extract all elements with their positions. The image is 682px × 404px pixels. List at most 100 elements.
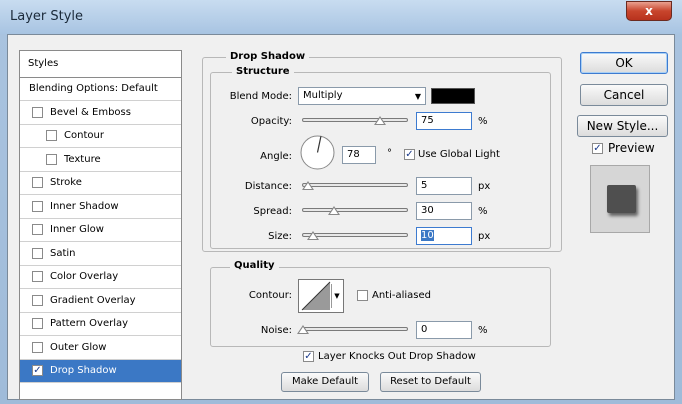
styles-item-checkbox[interactable] [32,106,43,118]
size-slider-thumb[interactable] [307,231,319,240]
spread-value: 30 [421,205,434,216]
styles-item-checkbox[interactable] [32,318,43,329]
size-input[interactable]: 10 [416,227,472,245]
styles-item-label: Contour [64,130,104,141]
size-unit: px [478,231,491,242]
styles-item-checkbox[interactable] [32,341,43,353]
structure-title: Structure [232,66,294,77]
opacity-input[interactable]: 75 [416,112,472,130]
styles-item-checkbox[interactable] [32,247,43,259]
styles-item-gradient-overlay[interactable]: Gradient Overlay [20,290,181,313]
distance-input[interactable]: 5 [416,177,472,195]
reset-to-default-button[interactable]: Reset to Default [380,372,481,392]
angle-input[interactable]: 78 [342,146,376,164]
spread-slider-thumb[interactable] [328,206,340,215]
styles-item-inner-glow[interactable]: Inner Glow [20,219,181,242]
opacity-value: 75 [421,115,434,126]
angle-value: 78 [347,149,360,160]
styles-item-label: Outer Glow [50,341,107,353]
styles-item-checkbox[interactable] [46,130,57,141]
styles-item-checkbox[interactable]: ✓ [32,365,43,376]
styles-item-label: Blending Options: Default [29,83,158,94]
styles-header[interactable]: Styles [20,51,181,78]
close-button[interactable]: x [626,1,672,21]
distance-slider-thumb[interactable] [302,181,314,190]
styles-item-label: Inner Glow [50,224,104,235]
styles-item-label: Stroke [50,177,82,188]
styles-item-inner-shadow[interactable]: Inner Shadow [20,196,181,219]
styles-header-label: Styles [28,58,59,69]
opacity-slider-thumb[interactable] [374,116,386,125]
opacity-slider[interactable] [302,118,408,122]
styles-item-stroke[interactable]: Stroke [20,172,181,195]
checkmark-icon: ✓ [405,149,414,160]
angle-label: Angle: [260,151,292,162]
blend-mode-select[interactable]: Multiply ▼ [298,87,426,105]
styles-item-label: Bevel & Emboss [50,106,131,118]
checkmark-icon: ✓ [304,351,313,362]
contour-icon [301,281,331,311]
new-style-label: New Style... [586,119,659,133]
preview-thumbnail [590,165,650,233]
drop-shadow-title: Drop Shadow [226,51,310,62]
angle-dial[interactable] [299,134,336,171]
anti-aliased-checkbox[interactable] [357,290,368,301]
quality-title: Quality [230,260,279,271]
styles-item-texture[interactable]: Texture [20,149,181,172]
cancel-label: Cancel [603,88,645,102]
styles-item-label: Pattern Overlay [50,318,129,329]
styles-item-checkbox[interactable] [32,224,43,235]
spread-input[interactable]: 30 [416,202,472,220]
ok-button[interactable]: OK [580,52,668,74]
new-style-button[interactable]: New Style... [577,115,668,137]
styles-item-checkbox[interactable] [32,177,43,188]
layer-knocks-out-checkbox[interactable]: ✓ [303,351,314,362]
noise-label: Noise: [260,325,292,336]
styles-item-satin[interactable]: Satin [20,243,181,266]
noise-input[interactable]: 0 [416,321,472,339]
angle-unit: ° [387,148,392,159]
contour-chevron-down-icon[interactable]: ▼ [331,284,342,308]
layer-knocks-out-label[interactable]: Layer Knocks Out Drop Shadow [318,351,476,362]
checkmark-icon: ✓ [593,143,602,154]
close-icon: x [645,4,653,18]
contour-picker[interactable]: ▼ [298,279,344,313]
preview-checkbox[interactable]: ✓ [592,143,603,154]
reset-to-default-label: Reset to Default [390,376,471,387]
cancel-button[interactable]: Cancel [580,84,668,106]
checkmark-icon: ✓ [33,365,42,376]
anti-aliased-label[interactable]: Anti-aliased [372,290,431,301]
make-default-label: Make Default [291,376,359,387]
styles-item-checkbox[interactable] [32,294,43,306]
shadow-color-swatch[interactable] [431,88,475,104]
make-default-button[interactable]: Make Default [281,372,369,392]
styles-item-bevel-emboss[interactable]: Bevel & Emboss [20,102,181,125]
preview-label[interactable]: Preview [608,141,655,155]
ok-label: OK [615,56,633,70]
use-global-light-label[interactable]: Use Global Light [418,149,500,160]
styles-item-outer-glow[interactable]: Outer Glow [20,337,181,360]
styles-item-drop-shadow[interactable]: ✓ Drop Shadow [20,360,181,383]
styles-item-checkbox[interactable] [46,153,57,165]
styles-item-label: Texture [64,153,101,165]
styles-item-checkbox[interactable] [32,271,43,282]
styles-item-pattern-overlay[interactable]: Pattern Overlay [20,313,181,336]
size-label: Size: [268,231,292,242]
styles-list: Styles Blending Options: Default Bevel & … [19,50,182,400]
spread-slider[interactable] [302,208,408,212]
preview-swatch [607,185,636,213]
window-title: Layer Style [10,9,84,24]
blend-mode-value: Multiply [303,90,343,101]
spread-label: Spread: [253,206,292,217]
styles-item-blending-options-default[interactable]: Blending Options: Default [20,78,181,101]
noise-slider-thumb[interactable] [297,325,309,334]
use-global-light-checkbox[interactable]: ✓ [404,149,415,160]
styles-item-label: Color Overlay [50,271,119,282]
distance-slider[interactable] [302,183,408,187]
styles-item-contour[interactable]: Contour [20,125,181,148]
spread-unit: % [478,206,488,217]
noise-slider[interactable] [302,327,408,331]
styles-item-label: Inner Shadow [50,200,119,212]
styles-item-checkbox[interactable] [32,200,43,212]
styles-item-color-overlay[interactable]: Color Overlay [20,266,181,289]
